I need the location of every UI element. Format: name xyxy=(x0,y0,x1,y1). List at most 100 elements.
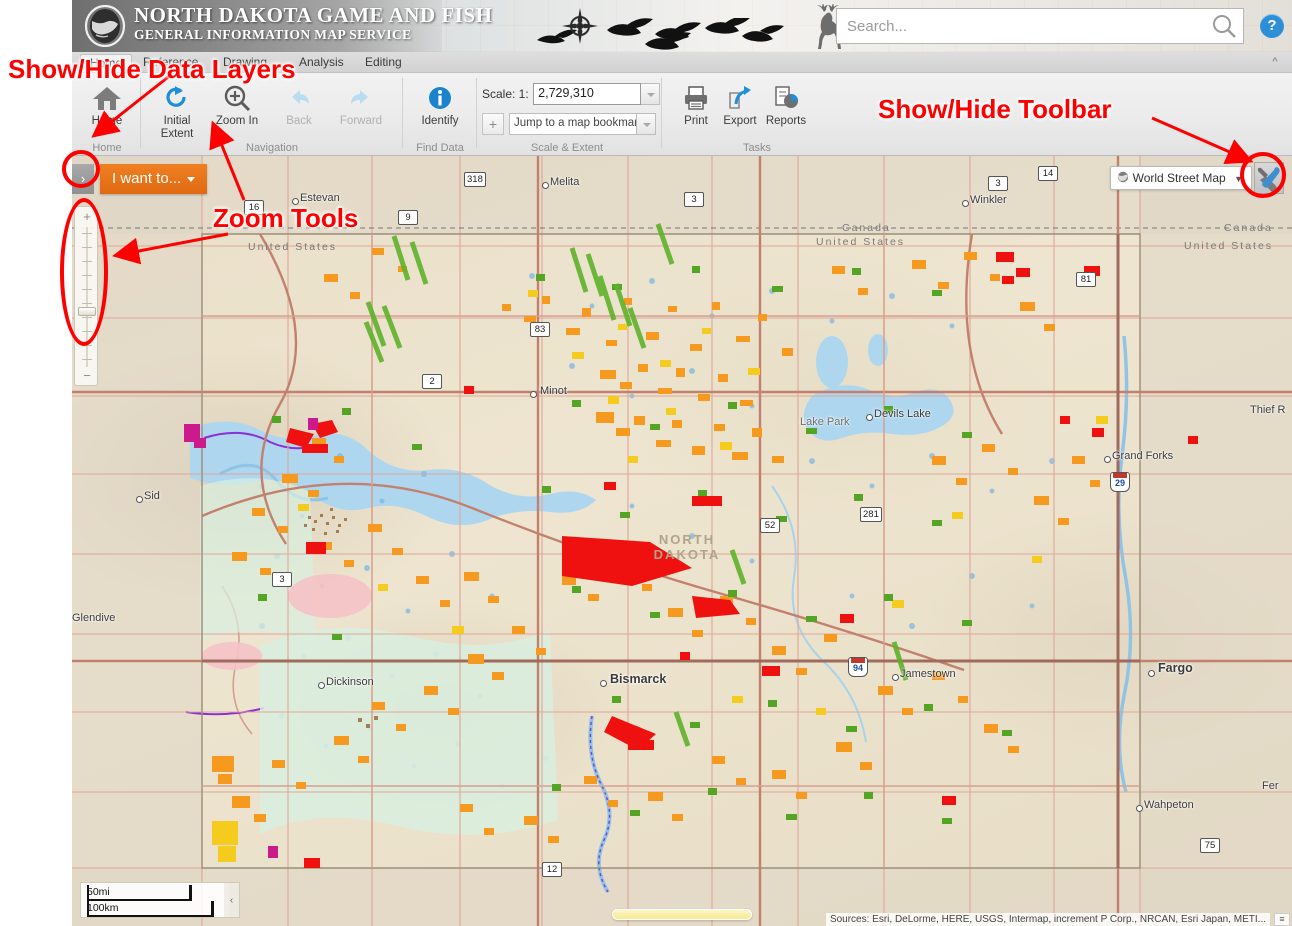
bookmark-dropdown-arrow[interactable] xyxy=(637,113,656,135)
highway-shield: 81 xyxy=(1076,272,1096,287)
city-label-wahpeton: Wahpeton xyxy=(1144,799,1194,811)
forward-label: Forward xyxy=(339,115,383,127)
app-title: NORTH DAKOTA GAME AND FISH GENERAL INFOR… xyxy=(134,3,493,43)
app-title-line2: GENERAL INFORMATION MAP SERVICE xyxy=(134,27,412,42)
basemap-selector[interactable]: World Street Map ▼ xyxy=(1109,166,1252,190)
highway-shield: 14 xyxy=(1038,166,1058,181)
city-label-melita: Melita xyxy=(550,176,580,188)
highway-shield: 3 xyxy=(684,192,704,207)
chevron-up-icon[interactable]: ^ xyxy=(1264,55,1286,70)
ribbon-group-scale-extent: Scale: 1: 2,729,310 + Jump to a map bookm… xyxy=(482,75,661,155)
city-dot xyxy=(1136,805,1143,812)
zoom-out-slider-button[interactable]: − xyxy=(75,367,99,385)
reports-button[interactable]: Reports xyxy=(757,78,815,128)
city-label-grand-forks: Grand Forks xyxy=(1112,450,1174,462)
identify-button[interactable]: Identify xyxy=(411,78,469,128)
group-name-find-data: Find Data xyxy=(416,142,464,154)
attribution-expand-button[interactable]: ≡ xyxy=(1274,913,1290,926)
compass-rose-icon xyxy=(562,8,598,44)
ribbon-group-home: Home Home xyxy=(76,75,138,155)
add-bookmark-button[interactable]: + xyxy=(482,113,504,135)
highway-shield: 9 xyxy=(398,210,418,225)
map-application: NORTH DAKOTA GAME AND FISH GENERAL INFOR… xyxy=(0,0,1292,926)
annotation-show-hide-data-layers: Show/Hide Data Layers xyxy=(8,54,296,84)
city-label-bismarck: Bismarck xyxy=(610,672,667,686)
annotation-ellipse-tools-button xyxy=(1240,152,1286,198)
globe-logo-icon xyxy=(84,5,126,47)
city-dot xyxy=(1148,670,1155,677)
ribbon-divider xyxy=(402,78,403,148)
highway-shield: 12 xyxy=(542,862,562,877)
annotation-ellipse-panel-toggle xyxy=(62,150,100,188)
zoom-in-button[interactable]: Zoom In xyxy=(208,78,266,128)
interstate-shield-number: 29 xyxy=(1114,478,1125,488)
city-label-thief-river: Thief R xyxy=(1250,404,1286,416)
tab-analysis[interactable]: Analysis xyxy=(290,54,353,72)
i-want-to-menu[interactable]: I want to... xyxy=(100,164,208,194)
city-label-glendive: Glendive xyxy=(72,612,116,624)
city-dot xyxy=(600,680,607,687)
scale-label: Scale: 1: xyxy=(482,87,529,102)
help-button[interactable]: ? xyxy=(1260,14,1284,38)
forward-button[interactable]: Forward xyxy=(332,78,390,128)
city-dot xyxy=(530,391,537,398)
highway-shield: 52 xyxy=(760,518,780,533)
globe-icon xyxy=(1117,171,1128,183)
bookmark-select[interactable]: Jump to a map bookmark... xyxy=(509,113,637,135)
initial-extent-button[interactable]: Initial Extent xyxy=(148,78,206,141)
city-label-fergus: Fer xyxy=(1262,780,1279,792)
group-name-navigation: Navigation xyxy=(246,142,298,154)
interstate-shield: 94 xyxy=(848,657,868,677)
app-header: NORTH DAKOTA GAME AND FISH GENERAL INFOR… xyxy=(72,0,1292,52)
country-label-usa-north: United States xyxy=(816,236,906,248)
info-icon xyxy=(411,78,469,112)
scale-bar-collapse-button[interactable]: ‹ xyxy=(224,882,240,918)
overview-progress-bar[interactable] xyxy=(612,909,752,920)
city-dot xyxy=(136,496,143,503)
scale-bar-km: 100km xyxy=(87,902,119,914)
map-viewport[interactable]: Canada United States Canada United State… xyxy=(72,156,1292,926)
country-label-canada-north: Canada xyxy=(842,222,891,234)
identify-label: Identify xyxy=(421,115,459,127)
city-dot xyxy=(1104,456,1111,463)
back-button[interactable]: Back xyxy=(270,78,328,128)
back-label: Back xyxy=(286,115,312,127)
basemap-label: World Street Map xyxy=(1132,171,1226,185)
highway-shield: 3 xyxy=(988,176,1008,191)
annotation-zoom-tools: Zoom Tools xyxy=(213,203,359,233)
group-name-scale-extent: Scale & Extent xyxy=(530,142,604,154)
home-button[interactable]: Home xyxy=(78,78,136,128)
search-icon[interactable] xyxy=(1209,12,1239,40)
ribbon-group-find-data: Identify Find Data xyxy=(408,75,472,155)
app-title-line1: NORTH DAKOTA GAME AND FISH xyxy=(134,3,493,27)
map-canvas[interactable]: Canada United States Canada United State… xyxy=(72,156,1292,926)
highway-shield: 281 xyxy=(860,507,882,522)
city-label-jamestown: Jamestown xyxy=(900,668,956,680)
ribbon-group-navigation: Initial Extent Zoom In Back Forward Navi… xyxy=(146,75,398,155)
zoom-in-label: Zoom In xyxy=(215,115,259,127)
scale-dropdown-arrow[interactable] xyxy=(641,83,661,105)
i-want-to-label: I want to... xyxy=(112,170,182,187)
group-name-tasks: Tasks xyxy=(742,142,772,154)
scale-input[interactable]: 2,729,310 xyxy=(533,83,642,105)
interstate-shield-number: 94 xyxy=(852,663,863,673)
highway-shield: 3 xyxy=(272,572,292,587)
city-dot xyxy=(542,182,549,189)
city-label-devils-lake: Devils Lake xyxy=(874,408,931,420)
scale-row: Scale: 1: 2,729,310 xyxy=(482,83,661,105)
city-label-sidney: Sid xyxy=(144,490,160,502)
scale-bar: 50mi 100km xyxy=(80,882,230,918)
city-label-fargo: Fargo xyxy=(1158,661,1193,675)
city-label-dickinson: Dickinson xyxy=(326,676,374,688)
country-label-canada-east: Canada xyxy=(1224,222,1273,234)
initial-extent-label: Initial Extent xyxy=(160,115,194,140)
highway-shield: 83 xyxy=(530,322,550,337)
city-label-minot: Minot xyxy=(540,385,567,397)
search-input[interactable] xyxy=(837,9,1207,43)
scale-bar-miles: 50mi xyxy=(87,886,110,898)
city-dot xyxy=(866,414,873,421)
tab-editing[interactable]: Editing xyxy=(356,54,411,72)
search-box[interactable] xyxy=(836,8,1244,44)
state-label-north-dakota: NORTH DAKOTA xyxy=(653,532,721,562)
country-label-usa-east: United States xyxy=(1184,240,1274,252)
